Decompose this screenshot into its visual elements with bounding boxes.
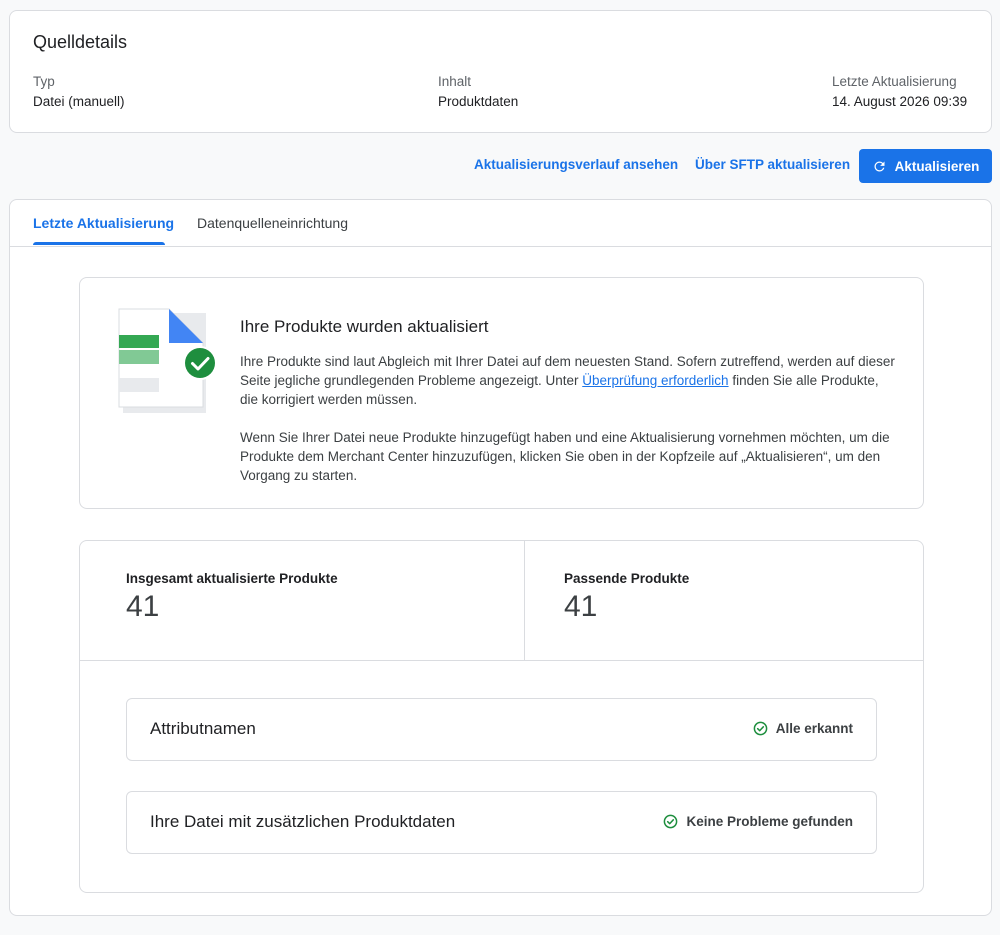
info-paragraph-1: Ihre Produkte sind laut Abgleich mit Ihr… (240, 352, 900, 409)
main-card: Letzte Aktualisierung Datenquelleneinric… (9, 199, 992, 916)
status-badge: Keine Probleme gefunden (663, 814, 853, 829)
stat-matching: Passende Produkte 41 (564, 571, 689, 624)
stats-divider (524, 541, 525, 660)
field-content: Inhalt Produktdaten (438, 73, 518, 111)
file-checked-illustration-icon (118, 308, 217, 413)
info-paragraph-2: Wenn Sie Ihrer Datei neue Produkte hinzu… (240, 430, 890, 483)
field-last-update-value: 14. August 2026 09:39 (832, 94, 968, 109)
field-type-value: Datei (manuell) (33, 94, 125, 109)
field-last-update-label: Letzte Aktualisierung (832, 74, 957, 89)
status-badge-label: Alle erkannt (775, 721, 853, 736)
sftp-update-link[interactable]: Über SFTP aktualisieren (695, 157, 850, 172)
tab-source-setup[interactable]: Datenquelleneinrichtung (197, 215, 348, 231)
stats-card: Insgesamt aktualisierte Produkte 41 Pass… (79, 540, 924, 893)
update-button-label: Aktualisieren (894, 158, 980, 174)
stat-total-updated-label: Insgesamt aktualisierte Produkte (126, 571, 338, 586)
field-last-update: Letzte Aktualisierung 14. August 2026 09… (832, 73, 967, 111)
update-button[interactable]: Aktualisieren (859, 149, 992, 183)
active-tab-indicator (33, 242, 165, 245)
check-circle-icon (664, 814, 678, 829)
stat-total-updated: Insgesamt aktualisierte Produkte 41 (126, 571, 338, 624)
stat-matching-value: 41 (564, 590, 598, 623)
view-history-link[interactable]: Aktualisierungsverlauf ansehen (474, 157, 678, 172)
tab-bar: Letzte Aktualisierung Datenquelleneinric… (10, 200, 991, 247)
update-info-card: Ihre Produkte wurden aktualisiert Ihre P… (79, 277, 924, 509)
stats-divider (80, 660, 923, 661)
source-details-card: Quelldetails Typ Datei (manuell) Inhalt … (9, 10, 992, 133)
refresh-icon (874, 161, 885, 171)
source-details-title: Quelldetails (33, 32, 128, 52)
field-content-label: Inhalt (438, 74, 472, 89)
status-row-name: Ihre Datei mit zusätzlichen Produktdaten (150, 812, 456, 831)
stat-total-updated-value: 41 (126, 590, 160, 623)
field-type-label: Typ (33, 74, 55, 89)
status-row-supplemental-data[interactable]: Ihre Datei mit zusätzlichen Produktdaten… (126, 791, 877, 854)
stat-matching-label: Passende Produkte (564, 571, 690, 586)
tab-latest-update[interactable]: Letzte Aktualisierung (33, 215, 174, 231)
status-badge: Alle erkannt (753, 721, 853, 736)
info-heading: Ihre Produkte wurden aktualisiert (240, 317, 489, 336)
status-row-name: Attributnamen (150, 719, 256, 738)
field-type: Typ Datei (manuell) (33, 73, 125, 111)
field-content-value: Produktdaten (438, 94, 519, 109)
status-row-attribute-names[interactable]: Attributnamen Alle erkannt (126, 698, 877, 761)
review-required-link[interactable]: Überprüfung erforderlich (582, 373, 728, 388)
status-badge-label: Keine Probleme gefunden (686, 814, 853, 829)
check-circle-icon (753, 721, 768, 736)
